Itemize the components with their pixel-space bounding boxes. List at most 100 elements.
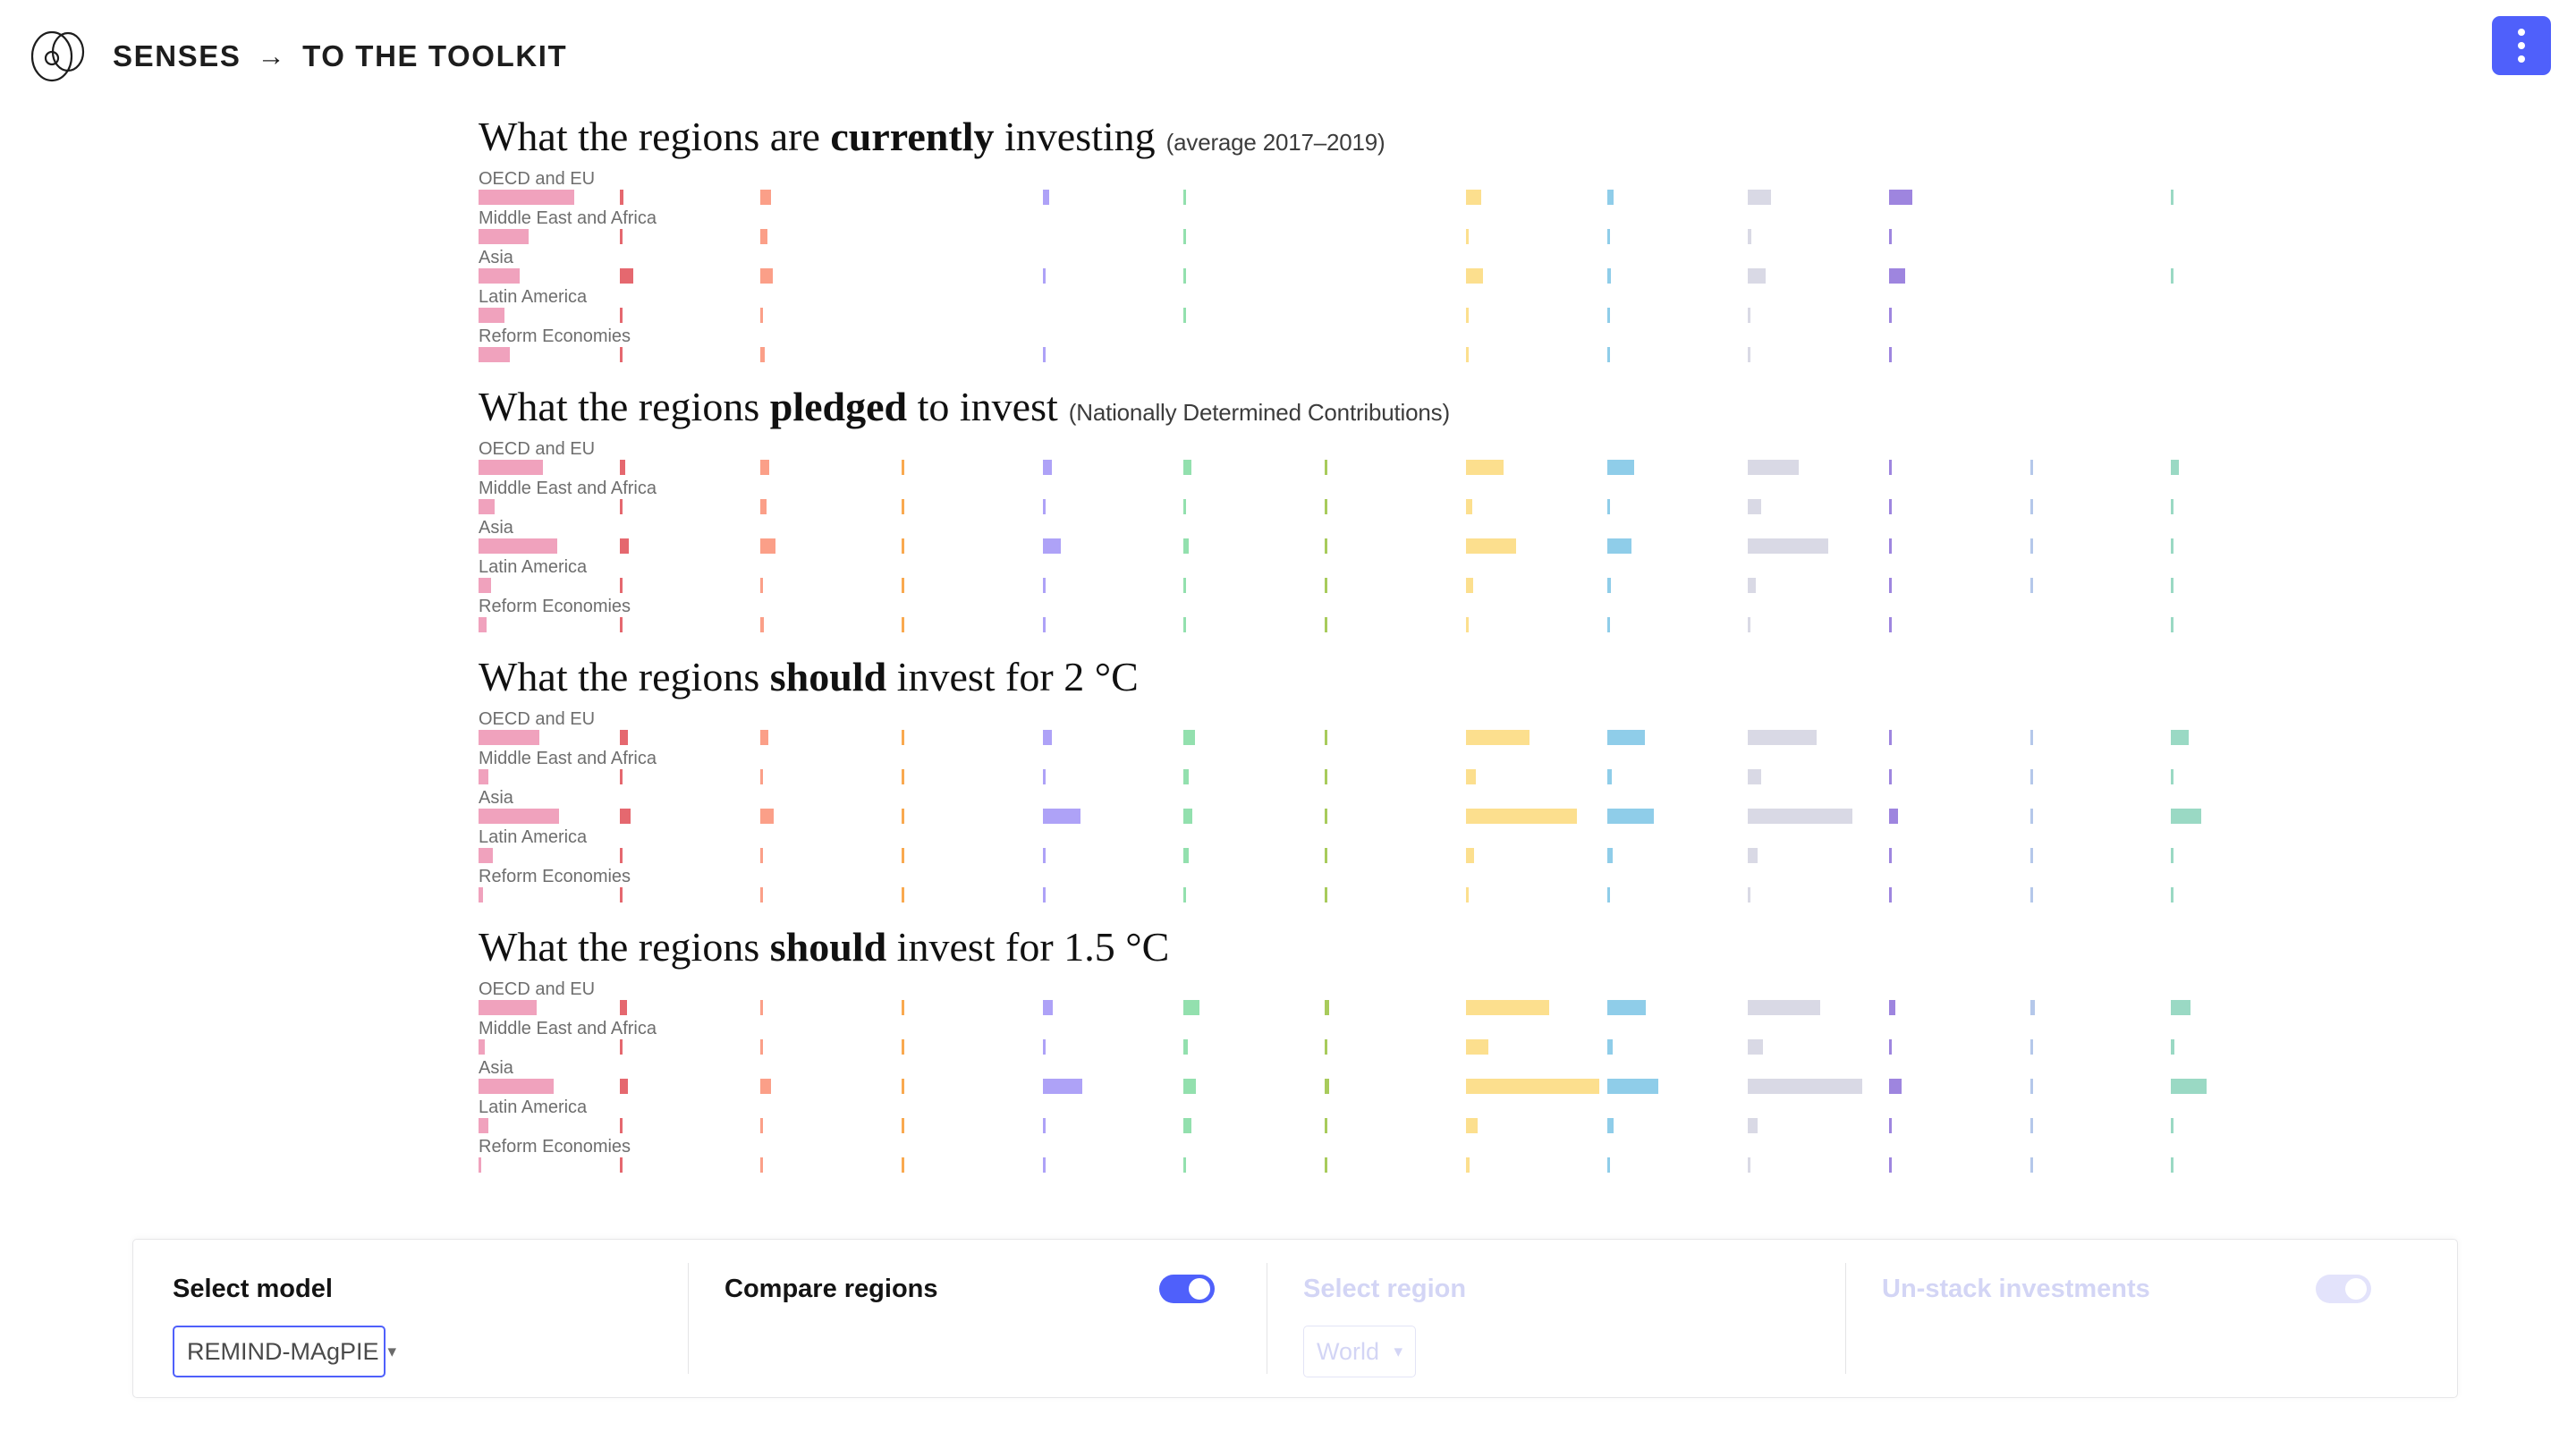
bar-segment[interactable] bbox=[902, 538, 905, 554]
bar-segment[interactable] bbox=[479, 347, 510, 362]
chart-row[interactable]: Middle East and Africa bbox=[479, 1020, 2576, 1059]
bar-segment[interactable] bbox=[2029, 730, 2033, 745]
bar-segment[interactable] bbox=[1606, 848, 1614, 863]
bar-segment[interactable] bbox=[479, 769, 489, 784]
bar-segment[interactable] bbox=[760, 1118, 764, 1133]
bar-segment[interactable] bbox=[1042, 1157, 1046, 1173]
bar-segment[interactable] bbox=[479, 460, 544, 475]
bar-segment[interactable] bbox=[760, 1079, 771, 1094]
bar-segment[interactable] bbox=[479, 499, 496, 514]
bar-segment[interactable] bbox=[1748, 848, 1758, 863]
bar-segment[interactable] bbox=[1183, 1000, 1200, 1015]
chart-row[interactable]: Asia bbox=[479, 249, 2576, 288]
bar-segment[interactable] bbox=[619, 308, 623, 323]
bar-segment[interactable] bbox=[760, 887, 764, 902]
bar-segment[interactable] bbox=[479, 1039, 485, 1055]
bar-segment[interactable] bbox=[1042, 887, 1046, 902]
bar-segment[interactable] bbox=[1888, 347, 1892, 362]
chart-row[interactable]: Asia bbox=[479, 519, 2576, 558]
bar-segment[interactable] bbox=[1325, 1000, 1330, 1015]
charts-scroll-area[interactable]: What the regions are currently investing… bbox=[0, 116, 2576, 1225]
bar-segment[interactable] bbox=[2171, 460, 2179, 475]
bar-segment[interactable] bbox=[1606, 347, 1610, 362]
bar-segment[interactable] bbox=[1748, 268, 1767, 284]
bar-segment[interactable] bbox=[1042, 848, 1046, 863]
bar-segment[interactable] bbox=[1183, 809, 1193, 824]
bar-segment[interactable] bbox=[1183, 229, 1187, 244]
bar-segment[interactable] bbox=[1748, 460, 1799, 475]
bar-segment[interactable] bbox=[1042, 499, 1046, 514]
bar-segment[interactable] bbox=[1042, 769, 1046, 784]
bar-segment[interactable] bbox=[1748, 308, 1751, 323]
bar-segment[interactable] bbox=[1183, 1079, 1196, 1094]
bar-segment[interactable] bbox=[1748, 887, 1751, 902]
bar-segment[interactable] bbox=[2029, 1039, 2033, 1055]
bar-segment[interactable] bbox=[902, 769, 905, 784]
bar-segment[interactable] bbox=[479, 730, 540, 745]
bar-segment[interactable] bbox=[1888, 229, 1892, 244]
bar-segment[interactable] bbox=[1888, 1079, 1902, 1094]
bar-segment[interactable] bbox=[1748, 769, 1762, 784]
bar-segment[interactable] bbox=[1748, 1118, 1758, 1133]
bar-segment[interactable] bbox=[1042, 578, 1046, 593]
bar-segment[interactable] bbox=[619, 538, 630, 554]
bar-segment[interactable] bbox=[1748, 1079, 1862, 1094]
bar-segment[interactable] bbox=[1606, 1118, 1614, 1133]
bar-segment[interactable] bbox=[1606, 730, 1645, 745]
bar-segment[interactable] bbox=[760, 229, 768, 244]
bar-segment[interactable] bbox=[619, 1118, 623, 1133]
bar-segment[interactable] bbox=[1465, 460, 1504, 475]
bar-segment[interactable] bbox=[1325, 809, 1328, 824]
bar-segment[interactable] bbox=[902, 730, 905, 745]
bar-segment[interactable] bbox=[1042, 460, 1053, 475]
bar-segment[interactable] bbox=[1888, 268, 1906, 284]
bar-segment[interactable] bbox=[1042, 1039, 1046, 1055]
bar-segment[interactable] bbox=[619, 1000, 627, 1015]
chart-row[interactable]: Reform Economies bbox=[479, 1138, 2576, 1177]
bar-segment[interactable] bbox=[1888, 769, 1892, 784]
bar-segment[interactable] bbox=[760, 190, 771, 205]
bar-segment[interactable] bbox=[479, 887, 484, 902]
bar-segment[interactable] bbox=[1748, 1157, 1751, 1173]
bar-segment[interactable] bbox=[1325, 1157, 1328, 1173]
bar-segment[interactable] bbox=[902, 848, 905, 863]
bar-segment[interactable] bbox=[1183, 1118, 1191, 1133]
bar-segment[interactable] bbox=[1606, 1157, 1610, 1173]
bar-segment[interactable] bbox=[479, 268, 520, 284]
bar-segment[interactable] bbox=[1183, 538, 1190, 554]
bar-segment[interactable] bbox=[1465, 809, 1577, 824]
bar-segment[interactable] bbox=[1325, 730, 1328, 745]
compare-regions-toggle[interactable] bbox=[1159, 1275, 1215, 1303]
bar-segment[interactable] bbox=[902, 578, 905, 593]
bar-segment[interactable] bbox=[479, 848, 493, 863]
bar-segment[interactable] bbox=[1465, 1079, 1600, 1094]
bar-segment[interactable] bbox=[760, 347, 765, 362]
bar-segment[interactable] bbox=[1606, 229, 1610, 244]
bar-segment[interactable] bbox=[1888, 809, 1899, 824]
bar-segment[interactable] bbox=[1325, 617, 1328, 632]
bar-segment[interactable] bbox=[902, 1079, 905, 1094]
bar-segment[interactable] bbox=[479, 1157, 481, 1173]
bar-segment[interactable] bbox=[902, 1118, 905, 1133]
kebab-menu-button[interactable] bbox=[2492, 16, 2551, 75]
bar-segment[interactable] bbox=[1606, 1079, 1658, 1094]
bar-segment[interactable] bbox=[1183, 848, 1190, 863]
bar-segment[interactable] bbox=[1183, 769, 1189, 784]
bar-segment[interactable] bbox=[1465, 1157, 1470, 1173]
bar-segment[interactable] bbox=[619, 1039, 623, 1055]
bar-segment[interactable] bbox=[619, 229, 623, 244]
bar-segment[interactable] bbox=[1465, 730, 1530, 745]
bar-segment[interactable] bbox=[1465, 578, 1474, 593]
bar-segment[interactable] bbox=[1325, 848, 1328, 863]
bar-segment[interactable] bbox=[1606, 769, 1612, 784]
bar-segment[interactable] bbox=[1748, 347, 1751, 362]
bar-segment[interactable] bbox=[1042, 347, 1046, 362]
chart-row[interactable]: Latin America bbox=[479, 558, 2576, 597]
bar-segment[interactable] bbox=[2171, 809, 2202, 824]
bar-segment[interactable] bbox=[1888, 1118, 1892, 1133]
bar-segment[interactable] bbox=[1465, 1118, 1478, 1133]
bar-segment[interactable] bbox=[1183, 730, 1196, 745]
bar-segment[interactable] bbox=[1325, 1118, 1328, 1133]
bar-segment[interactable] bbox=[1042, 1000, 1054, 1015]
bar-segment[interactable] bbox=[479, 538, 558, 554]
